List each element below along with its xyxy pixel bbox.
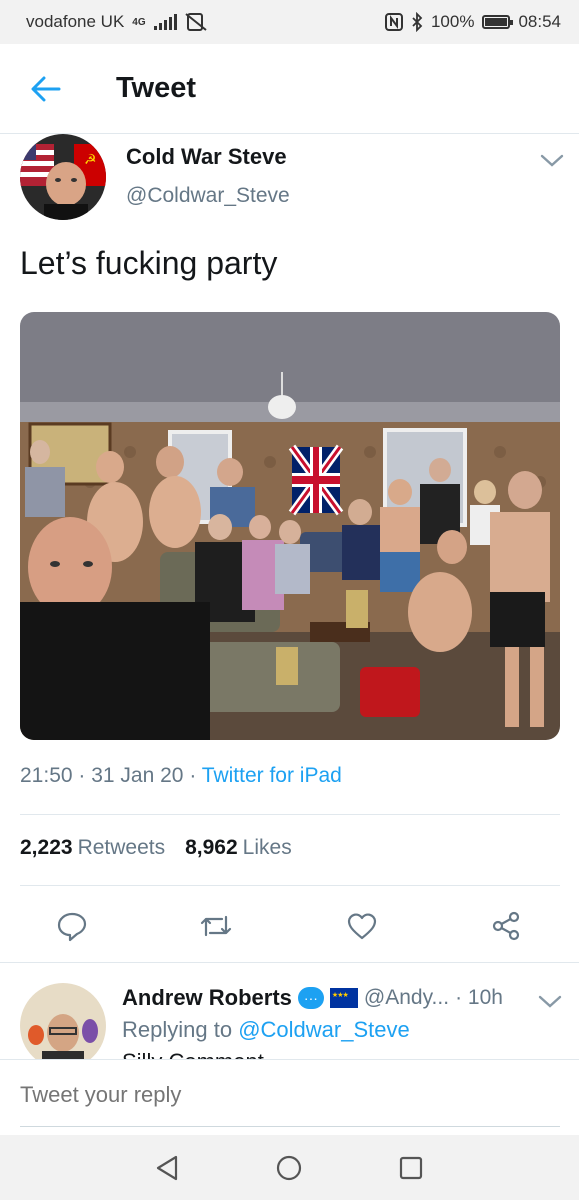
tweet-time: 21:50: [20, 764, 73, 787]
nfc-icon: [384, 13, 403, 31]
avatar-image: ☭: [20, 134, 106, 220]
app-header: Tweet: [0, 44, 579, 134]
likes-label: Likes: [242, 836, 292, 859]
reply-header: Andrew Roberts ··· @Andy... · 10h: [122, 985, 503, 1011]
network-type: 4G: [132, 16, 146, 28]
reply-composer: [0, 1059, 579, 1135]
author-name[interactable]: Cold War Steve: [126, 144, 287, 170]
speech-bubble-icon: ···: [297, 987, 324, 1009]
likes-count: 8,962: [185, 836, 238, 859]
circle-home-icon: [276, 1155, 302, 1181]
share-button[interactable]: [482, 902, 530, 950]
square-recents-icon: [399, 1156, 423, 1180]
reply-input[interactable]: [20, 1082, 560, 1108]
avatar[interactable]: ☭: [20, 134, 106, 220]
reply-author-name[interactable]: Andrew Roberts: [122, 985, 292, 1011]
recents-nav-button[interactable]: [394, 1151, 428, 1185]
eu-flag-icon: [329, 988, 358, 1008]
tweet-media: [20, 312, 560, 740]
chevron-down-icon[interactable]: [537, 991, 563, 1011]
page-title: Tweet: [116, 72, 197, 104]
reply-text: Silly Comment: [122, 1049, 264, 1059]
author-handle[interactable]: @Coldwar_Steve: [126, 184, 290, 208]
replying-to-label: Replying to: [122, 1017, 233, 1042]
like-icon: [347, 913, 377, 940]
retweet-icon: [200, 915, 232, 937]
tweet-source-link[interactable]: Twitter for iPad: [202, 764, 342, 787]
back-nav-button[interactable]: [150, 1151, 184, 1185]
bluetooth-icon: [412, 12, 423, 32]
retweets-label: Retweets: [77, 836, 166, 859]
status-right: 100% 08:54: [384, 12, 561, 32]
tweet-meta: 21:50 · 31 Jan 20 · Twitter for iPad: [20, 764, 342, 788]
chevron-down-icon[interactable]: [539, 150, 565, 170]
tweet-author: ☭ Cold War Steve @Coldwar_Steve: [20, 134, 565, 224]
replying-to: Replying to @Coldwar_Steve: [122, 1017, 410, 1043]
tweet-stats: 2,223 Retweets 8,962 Likes: [20, 836, 292, 860]
status-bar: vodafone UK 4G 100% 08:54: [0, 0, 579, 44]
party-collage-image[interactable]: [20, 312, 560, 740]
likes-stat[interactable]: 8,962 Likes: [185, 836, 292, 860]
clock: 08:54: [518, 12, 561, 31]
arrow-left-icon: [31, 76, 61, 101]
input-underline: [20, 1126, 560, 1127]
triangle-back-icon: [156, 1155, 178, 1181]
carrier-label: vodafone UK: [26, 12, 125, 31]
retweets-stat[interactable]: 2,223 Retweets: [20, 836, 165, 860]
back-button[interactable]: [18, 61, 74, 117]
network-badge: 4G: [132, 16, 146, 28]
reply-avatar-image: [20, 983, 106, 1059]
tweet-text: Let’s fucking party: [20, 245, 278, 281]
divider: [20, 814, 560, 815]
reply-icon: [57, 912, 87, 942]
meta-separator: ·: [189, 764, 202, 787]
signal-icon: [153, 14, 177, 30]
replying-to-handle[interactable]: @Coldwar_Steve: [238, 1017, 410, 1042]
share-icon: [492, 911, 520, 941]
tweet-actions: [0, 902, 579, 950]
divider: [20, 885, 560, 886]
system-nav-bar: [0, 1135, 579, 1200]
svg-text:☭: ☭: [84, 152, 97, 168]
tweet-date: 31 Jan 20: [91, 764, 184, 787]
reply-author-handle[interactable]: @Andy...: [364, 986, 449, 1010]
home-nav-button[interactable]: [272, 1151, 306, 1185]
retweets-count: 2,223: [20, 836, 73, 859]
meta-separator: ·: [78, 764, 92, 787]
reply-tweet[interactable]: Andrew Roberts ··· @Andy... · 10h Replyi…: [0, 963, 579, 1059]
reply-button[interactable]: [48, 902, 96, 950]
reply-time: · 10h: [455, 986, 503, 1009]
like-button[interactable]: [338, 902, 386, 950]
status-left: vodafone UK 4G: [26, 12, 207, 32]
avatar[interactable]: [20, 983, 106, 1059]
battery-percent: 100%: [430, 12, 475, 31]
no-sim-card-icon: [185, 13, 207, 31]
retweet-button[interactable]: [192, 902, 240, 950]
battery-icon: [482, 15, 514, 29]
